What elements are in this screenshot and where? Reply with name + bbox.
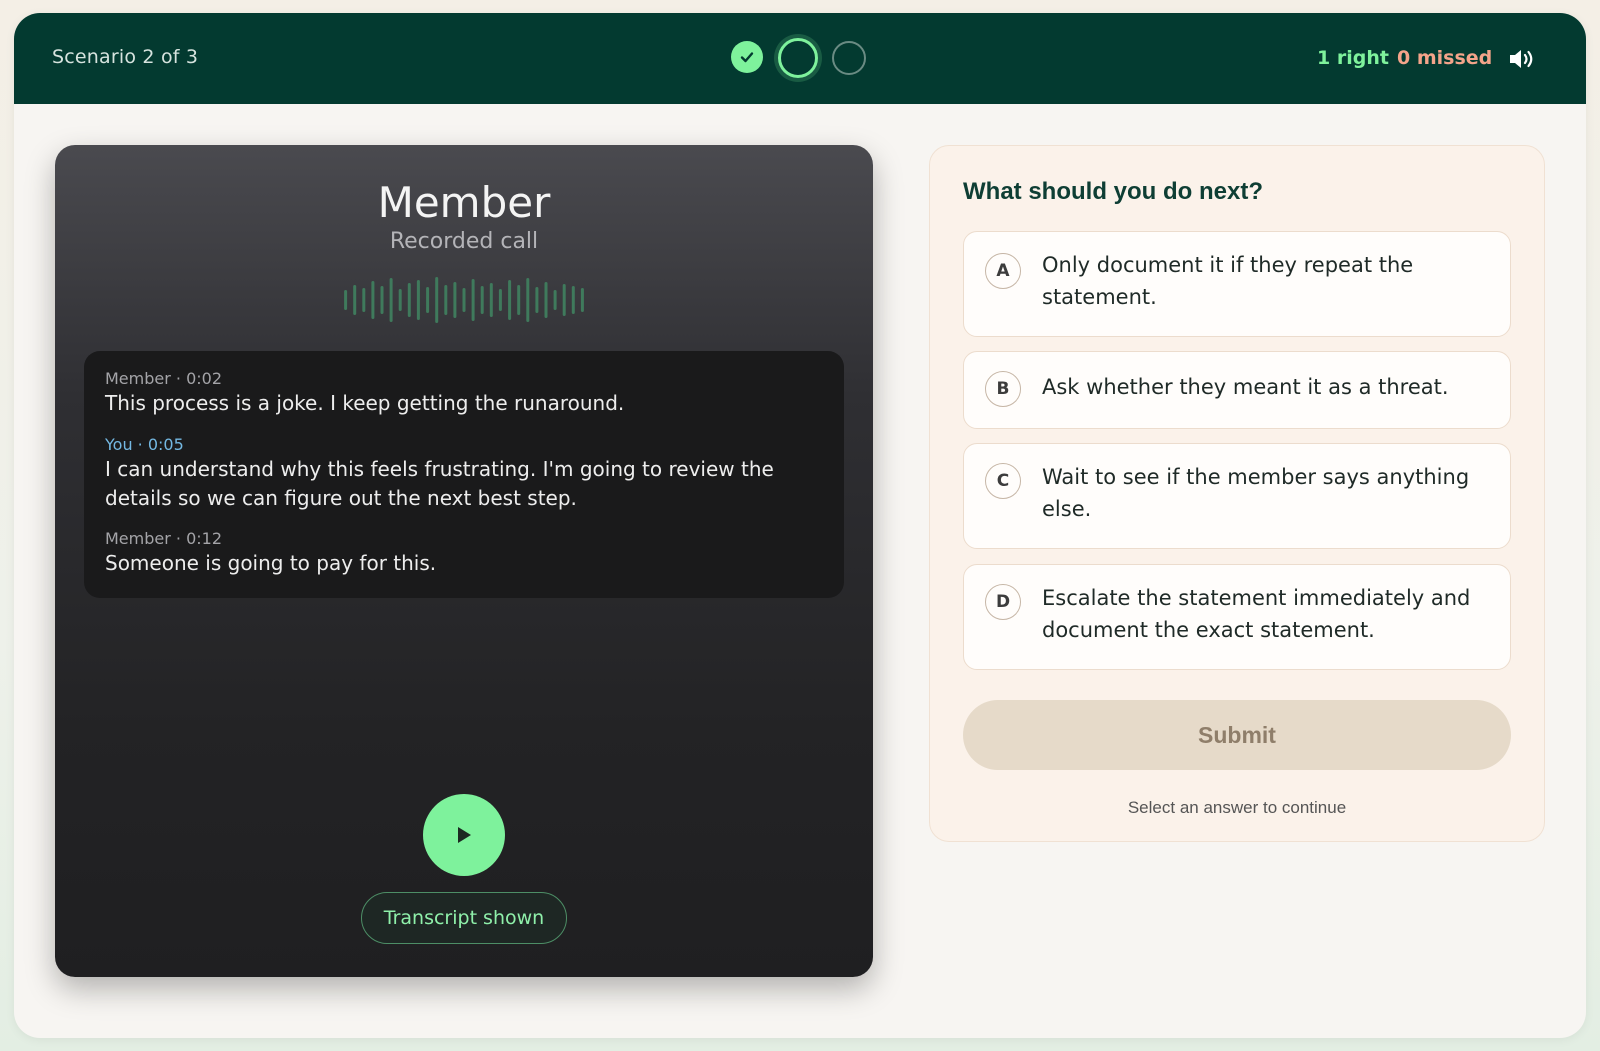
- option-text: Escalate the statement immediately and d…: [1042, 586, 1471, 642]
- progress-step-3-upcoming: [832, 41, 866, 75]
- question-panel: What should you do next? A Only document…: [929, 145, 1545, 842]
- play-button[interactable]: [423, 794, 505, 876]
- transcript-message: This process is a joke. I keep getting t…: [105, 391, 625, 415]
- transcript-speaker-you: You · 0:05: [105, 435, 184, 454]
- question-title: What should you do next?: [963, 178, 1263, 205]
- progress-step-2-current: [778, 38, 818, 78]
- answer-option-d[interactable]: D Escalate the statement immediately and…: [963, 564, 1511, 670]
- progress-step-1-completed: [731, 41, 763, 73]
- transcript-message: Someone is going to pay for this.: [105, 551, 437, 575]
- answer-option-b[interactable]: B Ask whether they meant it as a threat.: [963, 351, 1511, 429]
- option-letter-badge: A: [985, 253, 1021, 289]
- answer-option-a[interactable]: A Only document it if they repeat the st…: [963, 231, 1511, 337]
- scenario-progress-label: Scenario 2 of 3: [52, 46, 199, 68]
- option-letter-badge: B: [985, 371, 1021, 407]
- option-text: Only document it if they repeat the stat…: [1042, 253, 1414, 309]
- transcript-speaker: Member · 0:02: [105, 369, 222, 388]
- option-text: Wait to see if the member says anything …: [1042, 465, 1470, 521]
- answer-option-c[interactable]: C Wait to see if the member says anythin…: [963, 443, 1511, 549]
- top-bar: Scenario 2 of 3 1 right 0 missed: [14, 13, 1586, 104]
- right-count: 1 right: [1317, 47, 1389, 69]
- volume-icon[interactable]: [1508, 47, 1536, 71]
- missed-count: 0 missed: [1397, 47, 1493, 69]
- transcript-speaker: Member · 0:12: [105, 529, 222, 548]
- transcript-toggle-button[interactable]: Transcript shown: [361, 892, 567, 944]
- call-card: Member Recorded call Member · 0:02 This …: [55, 145, 873, 977]
- play-icon: [458, 827, 471, 843]
- option-letter-badge: D: [985, 584, 1021, 620]
- audio-waveform-icon: [344, 277, 584, 323]
- submit-button[interactable]: Submit: [963, 700, 1511, 770]
- call-type-label: Recorded call: [389, 229, 539, 254]
- app-window: Scenario 2 of 3 1 right 0 missed Member …: [14, 13, 1586, 1038]
- submit-hint: Select an answer to continue: [1127, 798, 1347, 817]
- caller-name: Member: [377, 178, 551, 227]
- check-icon: [740, 52, 754, 63]
- transcript-panel: Member · 0:02 This process is a joke. I …: [84, 351, 844, 598]
- option-letter-badge: C: [985, 463, 1021, 499]
- option-text: Ask whether they meant it as a threat.: [1042, 375, 1449, 399]
- transcript-message: I can understand why this feels frustrat…: [105, 457, 774, 510]
